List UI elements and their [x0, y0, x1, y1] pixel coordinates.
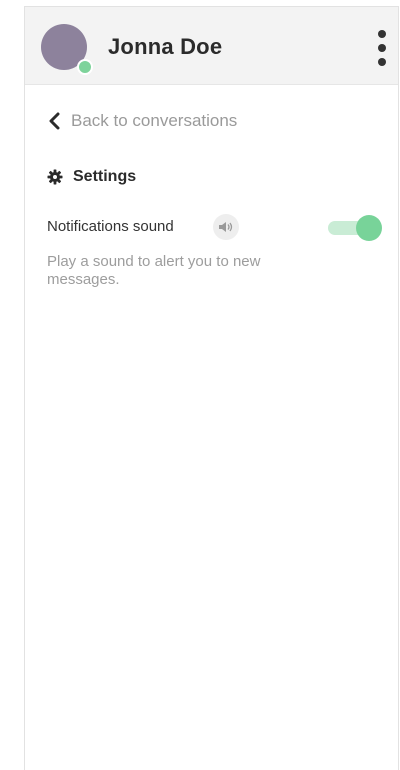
speaker-glyph-icon [219, 222, 233, 232]
chat-settings-panel: Jonna Doe Back to conversations Settings… [24, 6, 399, 770]
chat-header: Jonna Doe [25, 7, 398, 85]
menu-dot-icon [378, 44, 386, 52]
speaker-icon[interactable] [213, 214, 239, 240]
notifications-sound-description: Play a sound to alert you to new message… [47, 253, 261, 288]
toggle-knob [356, 215, 382, 241]
settings-heading: Settings [47, 168, 136, 186]
contact-name: Jonna Doe [108, 34, 223, 59]
notifications-sound-label: Notifications sound [47, 218, 174, 235]
menu-dot-icon [378, 58, 386, 66]
notifications-sound-toggle[interactable] [328, 215, 382, 241]
gear-icon [47, 169, 63, 185]
back-link-label: Back to conversations [71, 111, 238, 130]
online-status-dot [77, 59, 93, 75]
back-to-conversations-link[interactable]: Back to conversations [47, 109, 237, 133]
settings-heading-label: Settings [73, 168, 137, 185]
more-options-button[interactable] [370, 28, 394, 68]
menu-dot-icon [378, 30, 386, 38]
chevron-left-icon [49, 112, 60, 130]
